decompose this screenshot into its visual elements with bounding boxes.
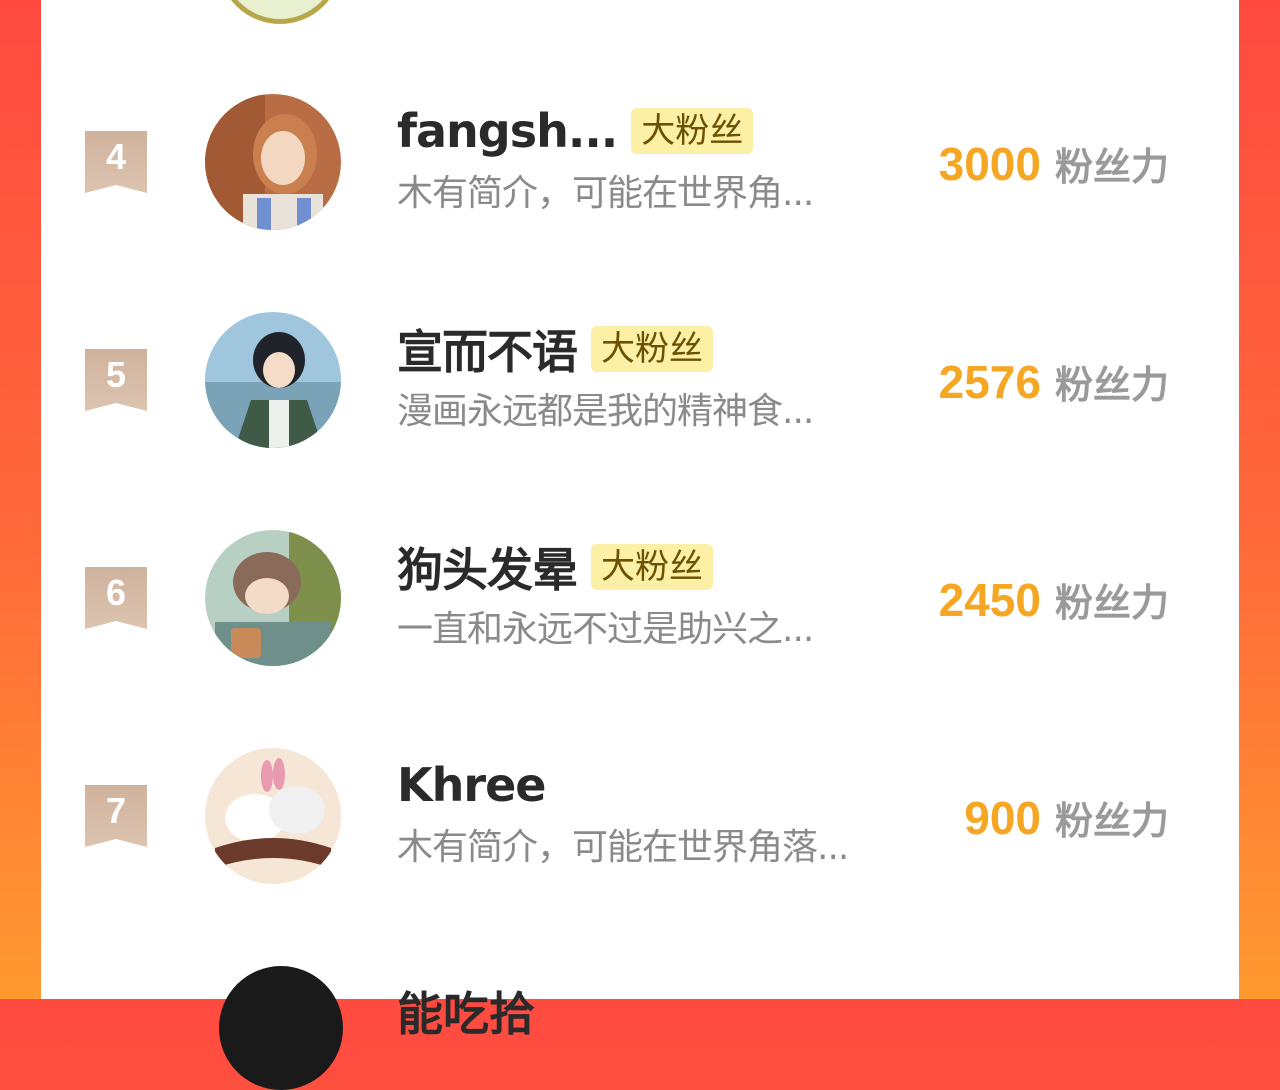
rank-badge: 6 — [85, 567, 147, 629]
fan-power-value: 2576 — [938, 356, 1041, 408]
rank-number: 6 — [105, 572, 127, 613]
rank-8-avatar-partial[interactable] — [219, 966, 343, 1090]
fan-power-value: 900 — [964, 792, 1041, 844]
fan-power-unit: 粉丝力 — [1054, 145, 1169, 189]
user-description: 漫画永远都是我的精神食... — [397, 391, 814, 432]
fan-power: 3000 粉丝力 — [939, 136, 1169, 191]
fan-power-unit: 粉丝力 — [1054, 581, 1169, 625]
ranking-row[interactable]: 4 fangsh... 大粉丝 木有简介，可能在世界角... 3000 粉丝力 — [41, 94, 1239, 312]
rank-badge: 5 — [85, 349, 147, 411]
rank-8-name-partial[interactable]: 能吃拾 — [397, 978, 535, 1044]
fan-power-unit: 粉丝力 — [1054, 363, 1169, 407]
ranking-row[interactable]: 7 Khree 木有简介，可能在世界角落... 900 粉丝力 — [41, 748, 1239, 966]
user-description: 一直和永远不过是助兴之... — [397, 609, 814, 650]
ranking-panel: 4 fangsh... 大粉丝 木有简介，可能在世界角... 3000 粉丝力 — [41, 0, 1239, 1090]
fan-power-value: 2450 — [938, 574, 1041, 626]
user-name[interactable]: 狗头发晕 — [397, 534, 578, 600]
ranking-row[interactable]: 5 宣而不语 大粉丝 漫画永远都是我的精神食... 2576 粉丝力 — [41, 312, 1239, 530]
avatar[interactable] — [205, 94, 341, 230]
user-name[interactable]: Khree — [397, 758, 546, 812]
user-name[interactable]: 宣而不语 — [397, 316, 578, 382]
rank-number: 5 — [105, 354, 127, 395]
fan-power-value: 3000 — [938, 138, 1041, 190]
avatar[interactable] — [205, 748, 341, 884]
fan-power-unit: 粉丝力 — [1054, 799, 1169, 843]
rank-number: 4 — [105, 136, 127, 177]
user-description: 木有简介，可能在世界角... — [397, 173, 814, 214]
fan-power: 2576 粉丝力 — [939, 354, 1169, 409]
rank-badge: 4 — [85, 131, 147, 193]
rank-badge: 7 — [85, 785, 147, 847]
user-name[interactable]: fangsh... — [397, 104, 618, 158]
rank-3-avatar-partial[interactable] — [218, 0, 342, 24]
fan-power: 900 粉丝力 — [964, 790, 1169, 845]
fan-power: 2450 粉丝力 — [939, 572, 1169, 627]
avatar[interactable] — [205, 530, 341, 666]
fan-level-badge: 大粉丝 — [591, 544, 713, 590]
fan-level-badge: 大粉丝 — [591, 326, 713, 372]
ranking-row[interactable]: 6 狗头发晕 大粉丝 一直和永远不过是助兴之... 2450 粉丝力 — [41, 530, 1239, 748]
rank-number: 7 — [105, 790, 127, 831]
user-description: 木有简介，可能在世界角落... — [397, 827, 849, 868]
fan-level-badge: 大粉丝 — [631, 108, 754, 154]
avatar[interactable] — [205, 312, 341, 448]
